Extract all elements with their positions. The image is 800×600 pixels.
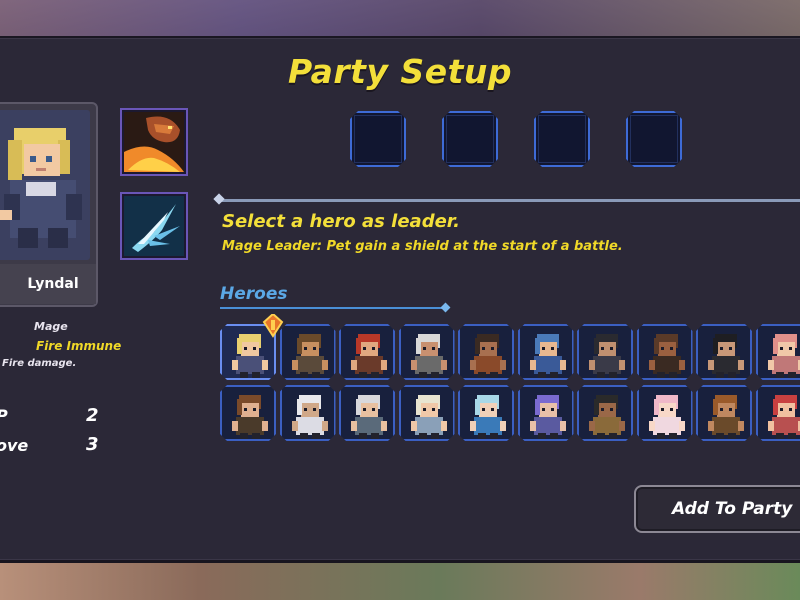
hero-card[interactable] xyxy=(637,324,693,380)
stat-value: 2 xyxy=(86,405,99,426)
heroes-underline xyxy=(220,307,446,309)
party-slot[interactable] xyxy=(350,111,406,167)
hero-card[interactable] xyxy=(577,324,633,380)
page-title: Party Setup xyxy=(288,52,512,91)
hero-card[interactable] xyxy=(458,324,514,380)
hero-trait-name: Fire Immune xyxy=(36,339,122,353)
heroes-section-label: Heroes xyxy=(220,284,288,304)
hero-card[interactable] xyxy=(756,385,800,441)
hero-card[interactable] xyxy=(280,385,336,441)
stat-label: P xyxy=(0,406,8,425)
leader-crown-icon xyxy=(262,312,284,338)
party-slot[interactable] xyxy=(442,111,498,167)
leader-prompt: Select a hero as leader. xyxy=(222,211,460,232)
hero-portrait-card: Lyndal xyxy=(0,102,98,307)
leader-bonus-text: Mage Leader: Pet gain a shield at the st… xyxy=(222,239,623,254)
dragon-fire-breath-icon[interactable] xyxy=(120,108,188,176)
hero-portrait-image xyxy=(0,110,90,260)
stat-label: ove xyxy=(0,436,29,455)
hero-card[interactable] xyxy=(756,324,800,380)
add-to-party-button[interactable]: Add To Party xyxy=(634,485,800,533)
hero-card[interactable] xyxy=(577,385,633,441)
hero-name: Lyndal xyxy=(0,264,96,304)
hero-card[interactable] xyxy=(458,385,514,441)
section-divider xyxy=(220,199,800,202)
hero-card[interactable] xyxy=(518,324,574,380)
hero-card[interactable] xyxy=(220,385,276,441)
stat-value: 3 xyxy=(86,434,99,455)
background-bottom xyxy=(0,560,800,600)
hero-card[interactable] xyxy=(280,324,336,380)
hero-card[interactable] xyxy=(518,385,574,441)
hero-card[interactable] xyxy=(339,385,395,441)
party-slot[interactable] xyxy=(626,111,682,167)
ice-claw-icon[interactable] xyxy=(120,192,188,260)
hero-card[interactable] xyxy=(339,324,395,380)
hero-card[interactable] xyxy=(399,324,455,380)
hero-trait-description: Fire damage. xyxy=(2,358,77,369)
party-slot[interactable] xyxy=(534,111,590,167)
hero-card[interactable] xyxy=(637,385,693,441)
hero-card[interactable] xyxy=(399,385,455,441)
hero-class: Mage xyxy=(34,320,68,333)
hero-card[interactable] xyxy=(696,385,752,441)
hero-card[interactable] xyxy=(696,324,752,380)
background-top xyxy=(0,0,800,38)
